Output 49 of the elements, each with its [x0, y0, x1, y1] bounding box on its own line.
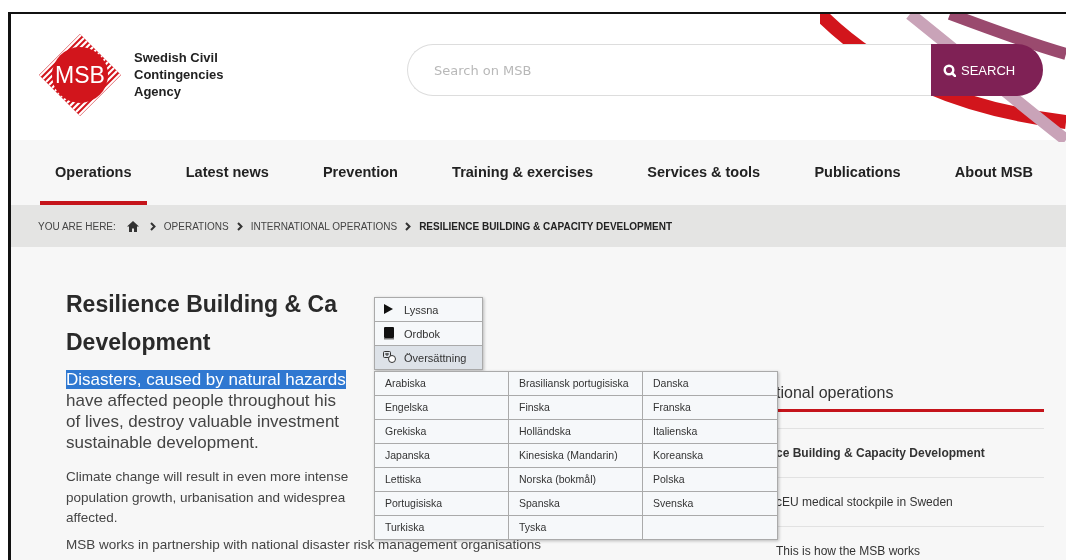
home-icon: [125, 219, 140, 233]
breadcrumb-link[interactable]: RESILIENCE BUILDING & CAPACITY DEVELOPMENT: [419, 220, 673, 232]
translate-icon: [383, 351, 396, 364]
logo: MSB: [38, 33, 122, 117]
language-option[interactable]: Franska: [643, 396, 777, 420]
language-option[interactable]: Holländska: [509, 420, 643, 444]
lead-text: of lives, destroy valuable investment: [66, 412, 340, 431]
search-button[interactable]: SEARCH: [931, 44, 1043, 96]
language-option[interactable]: Spanska: [509, 492, 643, 516]
menu-item[interactable]: Lyssna: [375, 298, 482, 322]
language-option[interactable]: Koreanska: [643, 444, 777, 468]
agency-name: Swedish Civil Contingencies Agency: [134, 48, 225, 100]
language-option[interactable]: Kinesiska (Mandarin): [509, 444, 643, 468]
nav-tab[interactable]: Training & exercises: [437, 142, 609, 205]
breadcrumb-link[interactable]: INTERNATIONAL OPERATIONS: [250, 220, 398, 232]
chevron-icon: [236, 221, 243, 231]
nav-tab[interactable]: Publications: [799, 142, 916, 205]
book-icon: [383, 327, 396, 340]
body-text: Climate change will result in even more intense population growth, urbanisation and widesprea affected.: [66, 468, 350, 527]
nav-tab[interactable]: Services & tools: [632, 142, 776, 205]
lead-text: Disasters, caused by natural hazards: [66, 370, 346, 389]
language-option[interactable]: Portugisiska: [375, 492, 509, 516]
language-option[interactable]: Lettiska: [375, 468, 509, 492]
language-option[interactable]: Polska: [643, 468, 777, 492]
lead-text: sustainable development.: [66, 433, 259, 452]
language-option[interactable]: Svenska: [643, 492, 777, 516]
language-option[interactable]: Finska: [509, 396, 643, 420]
nav-tab[interactable]: Prevention: [307, 142, 413, 205]
search-icon: [943, 63, 956, 77]
language-option[interactable]: Turkiska: [375, 516, 509, 539]
language-option[interactable]: Japanska: [375, 444, 509, 468]
chevron-icon: [149, 221, 156, 231]
language-option[interactable]: Norska (bokmål): [509, 468, 643, 492]
nav-tab[interactable]: About MSB: [939, 142, 1048, 205]
language-option[interactable]: Italienska: [643, 420, 777, 444]
page-title: Resilience Building & Ca Development: [66, 290, 339, 357]
breadcrumb-link[interactable]: OPERATIONS: [163, 220, 229, 232]
language-option[interactable]: Grekiska: [375, 420, 509, 444]
search-field[interactable]: Search on MSB: [407, 44, 931, 96]
language-option[interactable]: Engelska: [375, 396, 509, 420]
breadcrumb-label: YOU ARE HERE:: [38, 220, 116, 232]
menu-item[interactable]: Översättning: [375, 346, 482, 369]
nav-tab[interactable]: Latest news: [170, 142, 284, 205]
language-option[interactable]: Danska: [643, 372, 777, 396]
language-option[interactable]: Arabiska: [375, 372, 509, 396]
chevron-icon: [405, 221, 412, 231]
language-option[interactable]: Tyska: [509, 516, 643, 539]
lead-text: have affected people throughout his: [66, 391, 336, 410]
language-option[interactable]: Brasiliansk portugisiska: [509, 372, 643, 396]
